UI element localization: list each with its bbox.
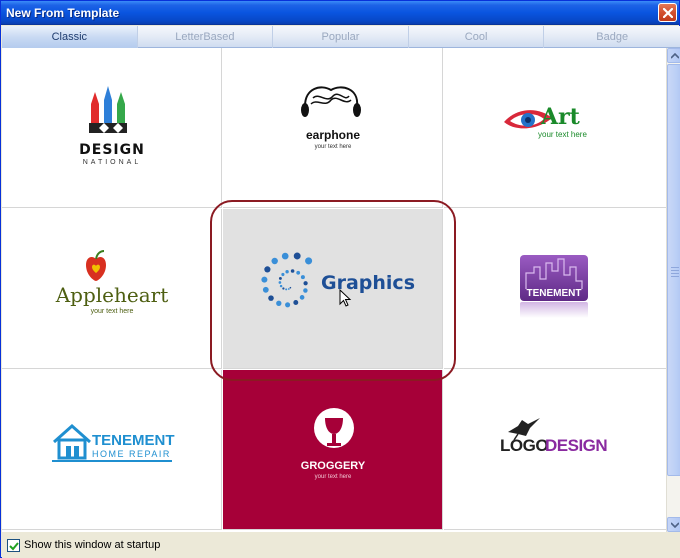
template-tenement-home-repair[interactable]: TENEMENT HOME REPAIR <box>2 370 222 530</box>
template-subtitle: your text here <box>538 130 587 139</box>
tab-letterbased[interactable]: LetterBased <box>138 26 274 48</box>
spiral-dot <box>296 270 301 275</box>
spiral-dot <box>276 300 282 306</box>
spiral-dot <box>281 252 289 260</box>
template-title: GROGGERY <box>300 460 366 472</box>
pencils-icon <box>89 86 127 133</box>
template-grid: DESIGN NATIONAL earphone your text here … <box>2 48 666 532</box>
tab-popular[interactable]: Popular <box>273 26 409 48</box>
show-at-startup-label[interactable]: Show this window at startup <box>24 539 160 551</box>
new-from-template-window: New From Template Classic LetterBased Po… <box>0 0 680 558</box>
spiral-dot <box>305 257 313 265</box>
checkmark-icon <box>9 542 19 551</box>
template-subtitle: HOME REPAIR <box>92 449 171 459</box>
template-groggery[interactable]: GROGGERY your text here <box>223 370 443 530</box>
arrow-up-icon <box>671 53 679 59</box>
spiral-dot <box>282 287 285 290</box>
spiral-dot <box>285 288 288 291</box>
vertical-scrollbar[interactable] <box>666 48 680 532</box>
spiral-dot <box>299 295 305 300</box>
close-button[interactable] <box>658 3 677 22</box>
spiral-dot <box>293 300 299 305</box>
title-bar: New From Template <box>1 1 679 25</box>
template-earphone[interactable]: earphone your text here <box>223 48 443 208</box>
footer-bar: Show this window at startup <box>2 532 680 558</box>
spiral-dot <box>278 281 282 284</box>
arrow-down-icon <box>671 522 679 528</box>
template-title-part2: DESIGN <box>545 436 608 455</box>
spiral-dot <box>268 295 274 301</box>
tab-classic[interactable]: Classic <box>2 26 138 48</box>
spiral-dot <box>281 272 285 277</box>
spiral-dot <box>271 257 278 265</box>
template-tenement-skyline[interactable]: TENEMENT <box>444 209 666 369</box>
template-subtitle: your text here <box>90 308 134 315</box>
scrollbar-thumb[interactable] <box>667 64 680 476</box>
category-tabs: Classic LetterBased Popular Cool Badge <box>2 26 680 48</box>
spiral-dot <box>285 302 291 308</box>
template-graphics[interactable]: Graphics <box>223 209 443 369</box>
spiral-dot <box>303 281 308 286</box>
template-subtitle: your text here <box>314 144 352 150</box>
show-at-startup-checkbox[interactable] <box>7 539 20 552</box>
template-logodesign[interactable]: LOGO DESIGN <box>444 370 666 530</box>
spiral-dot <box>300 275 305 280</box>
template-title: Appleheart <box>55 283 169 307</box>
spiral-dot <box>303 288 308 293</box>
close-icon <box>663 8 673 18</box>
spiral-dot <box>262 286 269 293</box>
template-title-part1: LOGO <box>500 436 549 455</box>
spiral-dot <box>278 276 282 280</box>
tab-badge[interactable]: Badge <box>544 26 680 48</box>
tab-cool[interactable]: Cool <box>409 26 545 48</box>
spiral-dot <box>285 270 289 274</box>
template-title: earphone <box>305 128 360 142</box>
template-design[interactable]: DESIGN NATIONAL <box>2 48 222 208</box>
template-title: DESIGN <box>79 142 145 158</box>
spiral-dot <box>264 266 271 273</box>
template-art[interactable]: Art your text here <box>444 48 666 208</box>
template-title: TENEMENT <box>92 432 175 449</box>
spiral-dot <box>261 276 268 283</box>
template-subtitle: NATIONAL <box>82 159 142 166</box>
spiral-dot <box>289 286 292 289</box>
goblet-icon <box>314 408 354 448</box>
template-subtitle: your text here <box>314 474 352 480</box>
window-title: New From Template <box>6 6 120 20</box>
scroll-up-button[interactable] <box>667 48 680 63</box>
spiral-dot <box>279 284 283 288</box>
template-title: Art <box>541 104 580 130</box>
spiral-dot <box>287 288 290 290</box>
spiral-dot <box>290 269 295 273</box>
template-title: TENEMENT <box>526 288 582 299</box>
scroll-down-button[interactable] <box>667 517 680 532</box>
template-appleheart[interactable]: Appleheart your text here <box>2 209 222 369</box>
template-title: Graphics <box>321 272 415 294</box>
spiral-dot <box>293 252 301 260</box>
